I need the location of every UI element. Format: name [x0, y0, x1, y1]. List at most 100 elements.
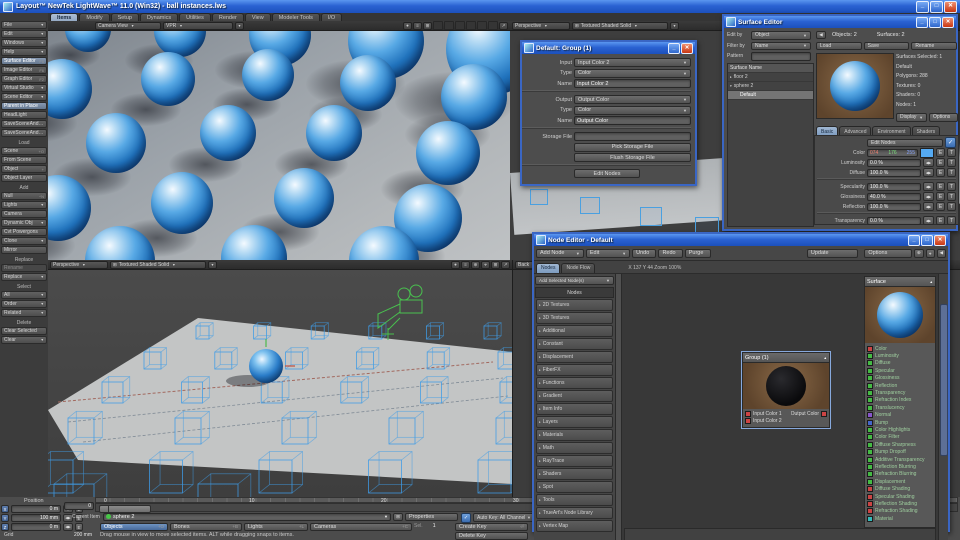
- pan-icon[interactable]: ⊕: [471, 261, 480, 269]
- surface-input-reflection-blurring[interactable]: Reflection Blurring: [867, 463, 933, 470]
- node-canvas[interactable]: Group (1) ▲ Input Color 1Input Color 2 O…: [622, 274, 948, 540]
- sidebar-item-replace[interactable]: Replace▼: [1, 273, 47, 281]
- surface-input-diffuse[interactable]: Diffuse: [867, 360, 933, 367]
- sidebar-item-clear[interactable]: Clear▼: [1, 336, 47, 344]
- edit-by-dropdown[interactable]: Object▼: [751, 31, 811, 40]
- stepper-icons[interactable]: ◀▶: [923, 192, 934, 201]
- button-pick-storage-file[interactable]: Pick Storage File: [574, 143, 691, 152]
- sidebar-item-dynamic-obj[interactable]: Dynamic Obj▼: [1, 219, 47, 227]
- surface-list-item-floor-2[interactable]: ▸floor 2: [728, 73, 813, 82]
- texture-button[interactable]: T: [947, 158, 956, 167]
- menu-icon[interactable]: ≡: [461, 261, 470, 269]
- prop-value-glossiness[interactable]: 40.0 %: [867, 193, 921, 201]
- prop-value-reflection[interactable]: 100.0 %: [867, 203, 921, 211]
- sidebar-item-savesceneandall[interactable]: SaveSceneAndAll: [1, 120, 47, 128]
- filter-by-dropdown[interactable]: Name▼: [751, 42, 811, 51]
- sidebar-item-mirror[interactable]: Mirror: [1, 246, 47, 254]
- redo-button[interactable]: Redo: [658, 249, 682, 258]
- prop-value-luminosity[interactable]: 0.0 %: [867, 159, 921, 167]
- surface-input-specular-shading[interactable]: Specular Shading: [867, 493, 933, 500]
- collapse-node-icon[interactable]: ▲: [930, 280, 933, 284]
- sidebar-item-surface-editor[interactable]: Surface EditorF5: [1, 57, 47, 65]
- sidebar-item-headlight[interactable]: HeadLight: [1, 111, 47, 119]
- axis-chip-z[interactable]: Z: [1, 523, 9, 531]
- surface-input-color-highlights[interactable]: Color Highlights: [867, 426, 933, 433]
- item-list-icon[interactable]: ⊞: [393, 513, 403, 522]
- mode-button-cameras[interactable]: Cameras+C: [310, 523, 412, 532]
- rotate-icon[interactable]: ⌖: [481, 261, 490, 269]
- envelope-button[interactable]: E: [936, 192, 945, 201]
- dropdown-type[interactable]: Color▼: [574, 69, 691, 78]
- zoom-icon[interactable]: ⌖: [926, 249, 935, 258]
- texture-button[interactable]: T: [947, 192, 956, 201]
- sidebar-item-lights[interactable]: Lights▼: [1, 201, 47, 209]
- current-item-dropdown[interactable]: sphere 2 ▼: [103, 513, 391, 522]
- sidebar-item-object-layer[interactable]: Object Layer: [1, 174, 47, 182]
- node-category-shaders[interactable]: ▸Shaders: [536, 468, 613, 480]
- mode-button-lights[interactable]: Lights+L: [244, 523, 308, 532]
- envelope-button[interactable]: E: [936, 148, 945, 157]
- tree-arrow-icon[interactable]: ▸: [730, 75, 732, 79]
- maximize-button[interactable]: □: [929, 17, 941, 28]
- timeline-slider-handle[interactable]: [99, 505, 151, 513]
- stepper-icons[interactable]: ◀▶: [923, 158, 934, 167]
- surface-list-item-sphere-2[interactable]: ▾sphere 2: [728, 82, 813, 91]
- node-category-additional[interactable]: ▸Additional: [536, 325, 613, 337]
- camera-viewport-scene[interactable]: [48, 31, 510, 260]
- position-value-z[interactable]: 0 m: [11, 523, 61, 531]
- surface-input-transparency[interactable]: Transparency: [867, 389, 933, 396]
- minimize-button[interactable]: _: [908, 235, 920, 246]
- sidebar-item-clear-selected[interactable]: Clear Selected: [1, 327, 47, 335]
- collapse-icon[interactable]: ◀: [937, 249, 946, 258]
- texture-button[interactable]: T: [947, 182, 956, 191]
- node-category-3d-textures[interactable]: ▸3D Textures: [536, 312, 613, 324]
- port-connector[interactable]: [867, 405, 873, 411]
- view-type-dropdown[interactable]: Camera View ▼: [95, 22, 161, 30]
- close-button[interactable]: ✕: [942, 17, 954, 28]
- save-button[interactable]: Save: [864, 42, 910, 51]
- port-connector[interactable]: [867, 427, 873, 433]
- surface-input-additive-transparency[interactable]: Additive Transparency: [867, 456, 933, 463]
- sidebar-item-object[interactable]: Object+: [1, 165, 47, 173]
- port-connector[interactable]: [867, 434, 873, 440]
- node-category-math[interactable]: ▸Math: [536, 442, 613, 454]
- node-port-input-color-2[interactable]: Input Color 2: [745, 417, 782, 424]
- port-connector[interactable]: [867, 464, 873, 470]
- edit-nodes-checkbox[interactable]: ✓: [945, 137, 956, 148]
- node-category-materials[interactable]: ▸Materials: [536, 429, 613, 441]
- sidebar-item-file[interactable]: File▼: [1, 21, 47, 29]
- view-type-dropdown[interactable]: Perspective ▼: [512, 22, 570, 30]
- sidebar-item-edit[interactable]: Edit▼: [1, 30, 47, 38]
- envelope-button[interactable]: E: [936, 168, 945, 177]
- envelope-button[interactable]: E: [936, 182, 945, 191]
- surface-input-material[interactable]: Material: [867, 515, 933, 522]
- port-connector[interactable]: [867, 442, 873, 448]
- port-connector[interactable]: [867, 346, 873, 352]
- view-type-dropdown[interactable]: Perspective ▼: [50, 261, 108, 269]
- dropdown-output[interactable]: Output Color▼: [574, 95, 691, 104]
- extra-dropdown[interactable]: ▼: [670, 22, 679, 30]
- surface-editor-title-bar[interactable]: Surface Editor _ □ ✕: [724, 16, 956, 28]
- port-connector[interactable]: [867, 368, 873, 374]
- maximize-viewport-icon[interactable]: ↗: [501, 261, 510, 269]
- add-node-dropdown[interactable]: Add Node▼: [536, 249, 584, 258]
- surface-input-refraction-index[interactable]: Refraction Index: [867, 397, 933, 404]
- surface-input-translucency[interactable]: Translucency: [867, 404, 933, 411]
- button-edit-nodes[interactable]: Edit Nodes: [574, 169, 640, 178]
- envelope-button[interactable]: E: [75, 523, 83, 531]
- surface-input-specular[interactable]: Specular: [867, 367, 933, 374]
- sidebar-item-image-editor[interactable]: Image EditorF6: [1, 66, 47, 74]
- grid-icon[interactable]: ⊞: [423, 22, 432, 30]
- surface-input-glossiness[interactable]: Glossiness: [867, 375, 933, 382]
- node-category-raytrace[interactable]: ▸RayTrace: [536, 455, 613, 467]
- axis-chip-x[interactable]: X: [1, 505, 9, 513]
- surface-input-diffuse-shading[interactable]: Diffuse Shading: [867, 485, 933, 492]
- node-category-functions[interactable]: ▸Functions: [536, 377, 613, 389]
- comment-bar[interactable]: [624, 528, 936, 540]
- node-port-input-color-1[interactable]: Input Color 1: [745, 410, 782, 417]
- prop-value-diffuse[interactable]: 100.0 %: [867, 169, 921, 177]
- surface-input-bump[interactable]: Bump: [867, 419, 933, 426]
- sidebar-item-related[interactable]: Related▼: [1, 309, 47, 317]
- port-connector[interactable]: [867, 375, 873, 381]
- port-connector[interactable]: [867, 479, 873, 485]
